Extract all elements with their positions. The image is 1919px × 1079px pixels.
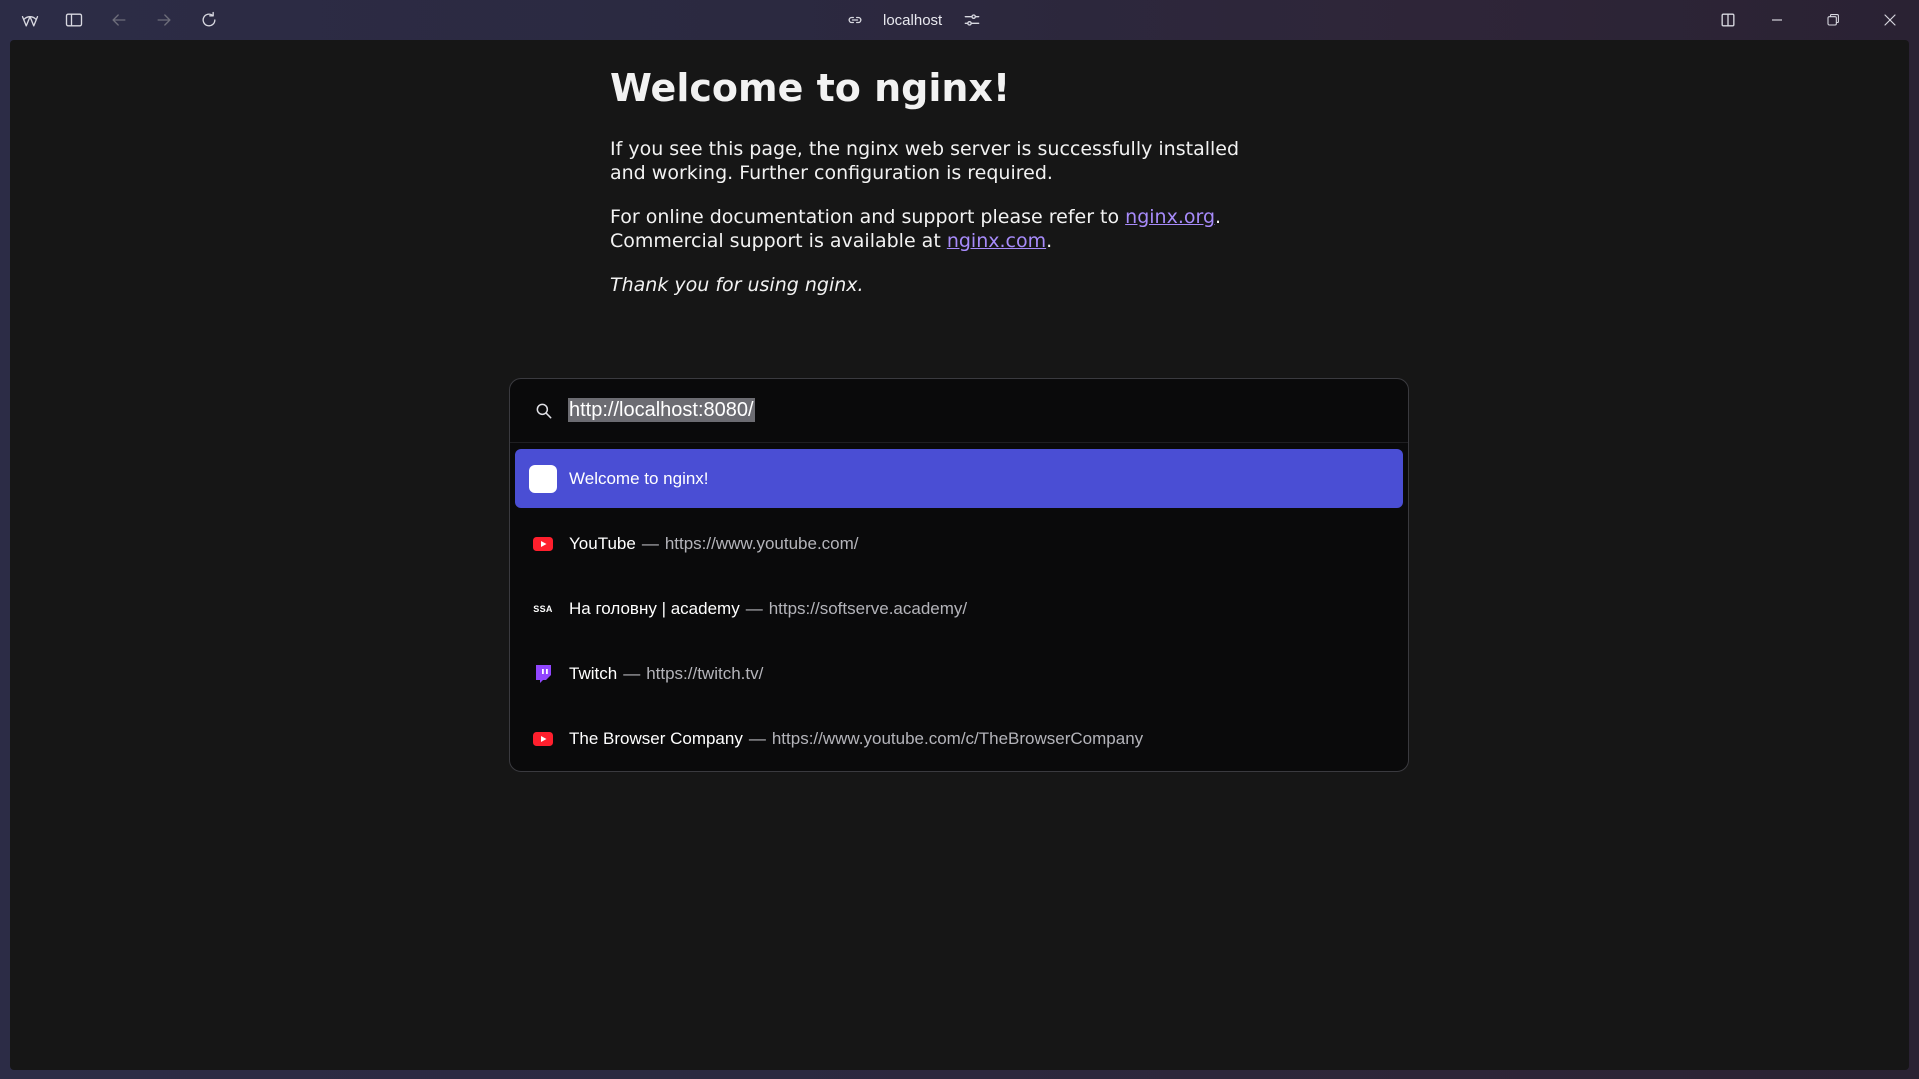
address-bar[interactable]: localhost xyxy=(845,0,982,40)
reload-icon[interactable] xyxy=(197,8,221,32)
close-icon[interactable] xyxy=(1878,8,1902,32)
minimize-icon[interactable] xyxy=(1765,8,1789,32)
result-separator: — xyxy=(748,728,766,748)
result-url: https://twitch.tv/ xyxy=(646,663,764,683)
ssa-icon-text: SSA xyxy=(533,603,553,614)
command-palette: http://localhost:8080/ Welcome to nginx!… xyxy=(509,378,1409,772)
intro-paragraph: If you see this page, the nginx web serv… xyxy=(610,138,1240,185)
arrow-right-icon[interactable] xyxy=(152,8,176,32)
result-item-the-browser-company[interactable]: The Browser Company — https://www.youtub… xyxy=(515,709,1403,768)
result-item-twitch[interactable]: Twitch — https://twitch.tv/ xyxy=(515,644,1403,703)
address-host[interactable]: localhost xyxy=(883,12,942,29)
result-item-welcome-nginx[interactable]: Welcome to nginx! xyxy=(515,449,1403,508)
restore-icon[interactable] xyxy=(1821,8,1845,32)
thanks-text: Thank you for using nginx. xyxy=(610,274,864,297)
nginx-welcome-content: Welcome to nginx! If you see this page, … xyxy=(610,64,1270,297)
blank-page-icon xyxy=(529,464,557,493)
commercial-period: . xyxy=(1046,230,1053,253)
commercial-text: Commercial support is available at xyxy=(610,230,947,253)
result-title: YouTube xyxy=(569,533,636,553)
split-view-icon[interactable] xyxy=(1716,8,1740,32)
palette-search-row: http://localhost:8080/ xyxy=(510,379,1408,443)
result-url: https://www.youtube.com/ xyxy=(664,533,859,553)
result-separator: — xyxy=(623,663,641,683)
result-item-softserve-academy[interactable]: SSA На головну | academy — https://softs… xyxy=(515,579,1403,638)
search-icon xyxy=(534,401,554,421)
docs-text: For online documentation and support ple… xyxy=(610,206,1126,229)
palette-search-input[interactable]: http://localhost:8080/ xyxy=(568,398,1348,422)
sidebar-toggle-icon[interactable] xyxy=(62,8,86,32)
result-title: The Browser Company xyxy=(569,728,743,748)
link-icon[interactable] xyxy=(845,10,865,30)
docs-period: . xyxy=(1215,206,1222,229)
result-separator: — xyxy=(745,598,763,618)
result-title: Twitch xyxy=(569,663,618,683)
nginx-com-link[interactable]: nginx.com xyxy=(947,230,1046,252)
result-title: Welcome to nginx! xyxy=(569,468,709,488)
youtube-icon xyxy=(529,725,557,753)
page-heading: Welcome to nginx! xyxy=(610,66,1011,110)
result-title: На головну | academy xyxy=(569,598,740,618)
docs-paragraph: For online documentation and support ple… xyxy=(610,205,1270,253)
arrow-left-icon[interactable] xyxy=(107,8,131,32)
browser-toolbar: localhost xyxy=(0,0,1919,40)
result-separator: — xyxy=(641,533,659,553)
tune-icon[interactable] xyxy=(962,10,982,30)
youtube-icon xyxy=(529,530,557,558)
search-input-value[interactable]: http://localhost:8080/ xyxy=(568,398,755,422)
result-url: https://softserve.academy/ xyxy=(768,598,968,618)
ssa-icon: SSA xyxy=(529,595,557,623)
twitch-icon xyxy=(529,660,557,688)
nginx-org-link[interactable]: nginx.org xyxy=(1125,206,1215,228)
arc-logo-icon[interactable] xyxy=(18,8,42,32)
thanks-paragraph: Thank you for using nginx. xyxy=(610,273,1270,297)
palette-results: Welcome to nginx! YouTube — https://www.… xyxy=(510,443,1408,768)
page-viewport: Welcome to nginx! If you see this page, … xyxy=(10,40,1909,1070)
result-url: https://www.youtube.com/c/TheBrowserComp… xyxy=(771,728,1144,748)
result-item-youtube[interactable]: YouTube — https://www.youtube.com/ xyxy=(515,514,1403,573)
